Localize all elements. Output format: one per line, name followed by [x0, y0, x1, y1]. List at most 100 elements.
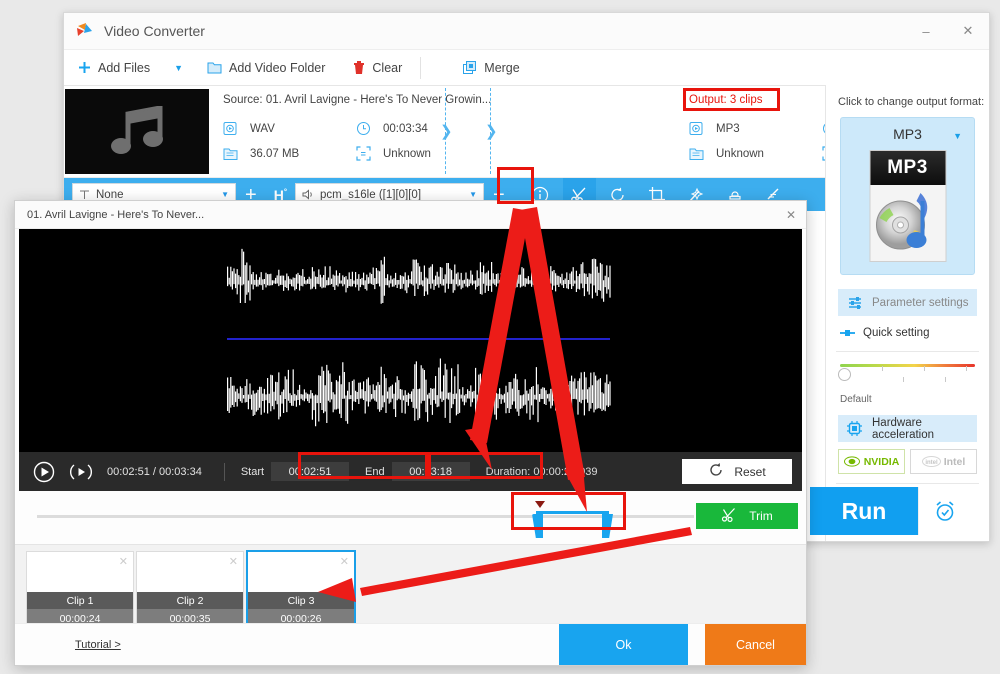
resolution-icon [356, 146, 376, 161]
sidebar-divider [836, 351, 979, 352]
sliders-icon [848, 296, 863, 310]
clip-item-3[interactable]: ✕ Clip 3 00:00:26 [246, 550, 356, 630]
output-folder: Unknown [689, 141, 822, 166]
start-label: Start [241, 466, 264, 478]
folder-icon [223, 147, 243, 161]
trim-button[interactable]: Trim [696, 503, 798, 529]
reset-button[interactable]: Reset [682, 459, 792, 484]
merge-button[interactable]: Merge [449, 50, 533, 85]
gpu-intel-label: Intel [944, 456, 966, 468]
close-icon[interactable]: ✕ [786, 208, 796, 222]
title-bar: Video Converter – ✕ [64, 13, 989, 50]
source-duration-value: 00:03:34 [383, 123, 428, 135]
output-format: MP3 [689, 116, 822, 141]
source-duration: 00:03:34 [356, 116, 489, 141]
quick-setting-row[interactable]: Quick setting [840, 327, 989, 339]
output-folder-value: Unknown [716, 148, 764, 160]
window-controls: – ✕ [905, 13, 989, 49]
subtitle-value: None [96, 189, 124, 201]
output-highlight-box [683, 88, 780, 111]
clip-name: Clip 1 [27, 592, 133, 609]
audio-track-value: pcm_s16le ([1][0][0] [320, 189, 421, 201]
svg-text:intel: intel [925, 460, 938, 466]
output-format-card[interactable]: MP3 ▼ MP3 [840, 117, 975, 275]
chevron-down-icon: ▼ [469, 190, 477, 199]
mp3-format-icon: MP3 [869, 150, 946, 262]
step-forward-button[interactable] [69, 462, 93, 482]
add-files-button[interactable]: Add Files [64, 50, 164, 85]
annotation-box-start-time [298, 452, 428, 479]
chevron-down-icon[interactable]: ▼ [953, 131, 962, 141]
tutorial-link[interactable]: Tutorial > [75, 639, 121, 651]
folder-icon [689, 147, 709, 161]
trim-label: Trim [749, 509, 773, 523]
quality-slider[interactable] [840, 364, 975, 392]
play-button[interactable] [33, 461, 55, 483]
hardware-acceleration-label: Hardware acceleration [872, 417, 977, 441]
ok-button[interactable]: Ok [559, 624, 688, 665]
clock-icon [356, 121, 376, 136]
slider-knob[interactable] [838, 368, 851, 381]
close-icon[interactable]: ✕ [229, 555, 238, 568]
cancel-button[interactable]: Cancel [705, 624, 806, 665]
clear-label: Clear [372, 61, 402, 75]
annotation-box-cut-tool [497, 167, 534, 204]
gpu-nvidia-option[interactable]: NVIDIA [838, 449, 905, 474]
minimize-button[interactable]: – [905, 13, 947, 49]
output-meta-col-1: MP3 Unknown [689, 116, 822, 166]
run-button[interactable]: Run [810, 487, 918, 535]
gpu-intel-option[interactable]: intel Intel [910, 449, 977, 474]
clip-item-2[interactable]: ✕ Clip 2 00:00:35 [136, 551, 244, 629]
clip-name: Clip 2 [137, 592, 243, 609]
audio-waveform-preview[interactable] [19, 229, 802, 452]
chevron-down-icon[interactable]: ▼ [164, 63, 193, 73]
close-button[interactable]: ✕ [947, 13, 989, 49]
trim-dialog: 01. Avril Lavigne - Here's To Never... ✕… [14, 200, 807, 666]
plus-icon [78, 61, 91, 74]
scissors-icon [721, 507, 737, 526]
output-format-value: MP3 [716, 123, 740, 135]
reset-label: Reset [734, 465, 765, 479]
add-files-label: Add Files [98, 61, 150, 75]
annotation-box-range-selector [511, 492, 626, 530]
sidebar-hint: Click to change output format: [826, 85, 989, 117]
merge-label: Merge [484, 61, 519, 75]
source-meta-col-2: 00:03:34 Unknown [356, 116, 489, 166]
source-size: 36.07 MB [223, 141, 356, 166]
parameter-settings-label: Parameter settings [872, 297, 969, 309]
main-toolbar: Add Files ▼ Add Video Folder Clear [64, 50, 989, 86]
clip-name: Clip 3 [248, 592, 354, 609]
close-icon[interactable]: ✕ [340, 555, 349, 568]
add-video-folder-button[interactable]: Add Video Folder [193, 50, 339, 85]
gpu-options: NVIDIA intel Intel [838, 449, 977, 474]
source-info-block: Source: 01. Avril Lavigne - Here's To Ne… [209, 86, 673, 177]
alarm-icon[interactable] [918, 487, 971, 535]
trim-dialog-title: 01. Avril Lavigne - Here's To Never... [15, 209, 204, 221]
trim-dialog-header: 01. Avril Lavigne - Here's To Never... ✕ [15, 201, 806, 229]
parameter-settings-button[interactable]: Parameter settings [838, 289, 977, 316]
clips-strip: ✕ Clip 1 00:00:24 ✕ Clip 2 00:00:35 ✕ Cl… [15, 544, 806, 635]
source-resolution-value: Unknown [383, 148, 431, 160]
merge-icon [463, 61, 477, 75]
hardware-acceleration-button[interactable]: Hardware acceleration [838, 415, 977, 442]
chevron-right-icon-1: ❯ [440, 122, 453, 140]
format-icon [223, 121, 243, 136]
slider-track [840, 364, 975, 367]
toolbar-divider [420, 57, 421, 79]
source-title: Source: 01. Avril Lavigne - Here's To Ne… [223, 94, 673, 106]
chip-icon [846, 420, 863, 437]
source-meta-col-1: WAV 36.07 MB [223, 116, 356, 166]
clear-button[interactable]: Clear [339, 50, 416, 85]
folder-icon [207, 61, 222, 74]
source-format-value: WAV [250, 123, 275, 135]
sidebar-bottom-divider [836, 483, 979, 484]
annotation-box-end-time [428, 452, 543, 479]
current-time-readout: 00:02:51 / 00:03:34 [107, 466, 202, 478]
close-icon[interactable]: ✕ [119, 555, 128, 568]
control-divider [224, 463, 225, 481]
source-resolution: Unknown [356, 141, 489, 166]
output-format-sidebar: Click to change output format: MP3 ▼ MP3 [825, 85, 989, 541]
file-thumbnail [65, 89, 209, 174]
chevron-right-icon-2: ❯ [485, 122, 498, 140]
clip-item-1[interactable]: ✕ Clip 1 00:00:24 [26, 551, 134, 629]
